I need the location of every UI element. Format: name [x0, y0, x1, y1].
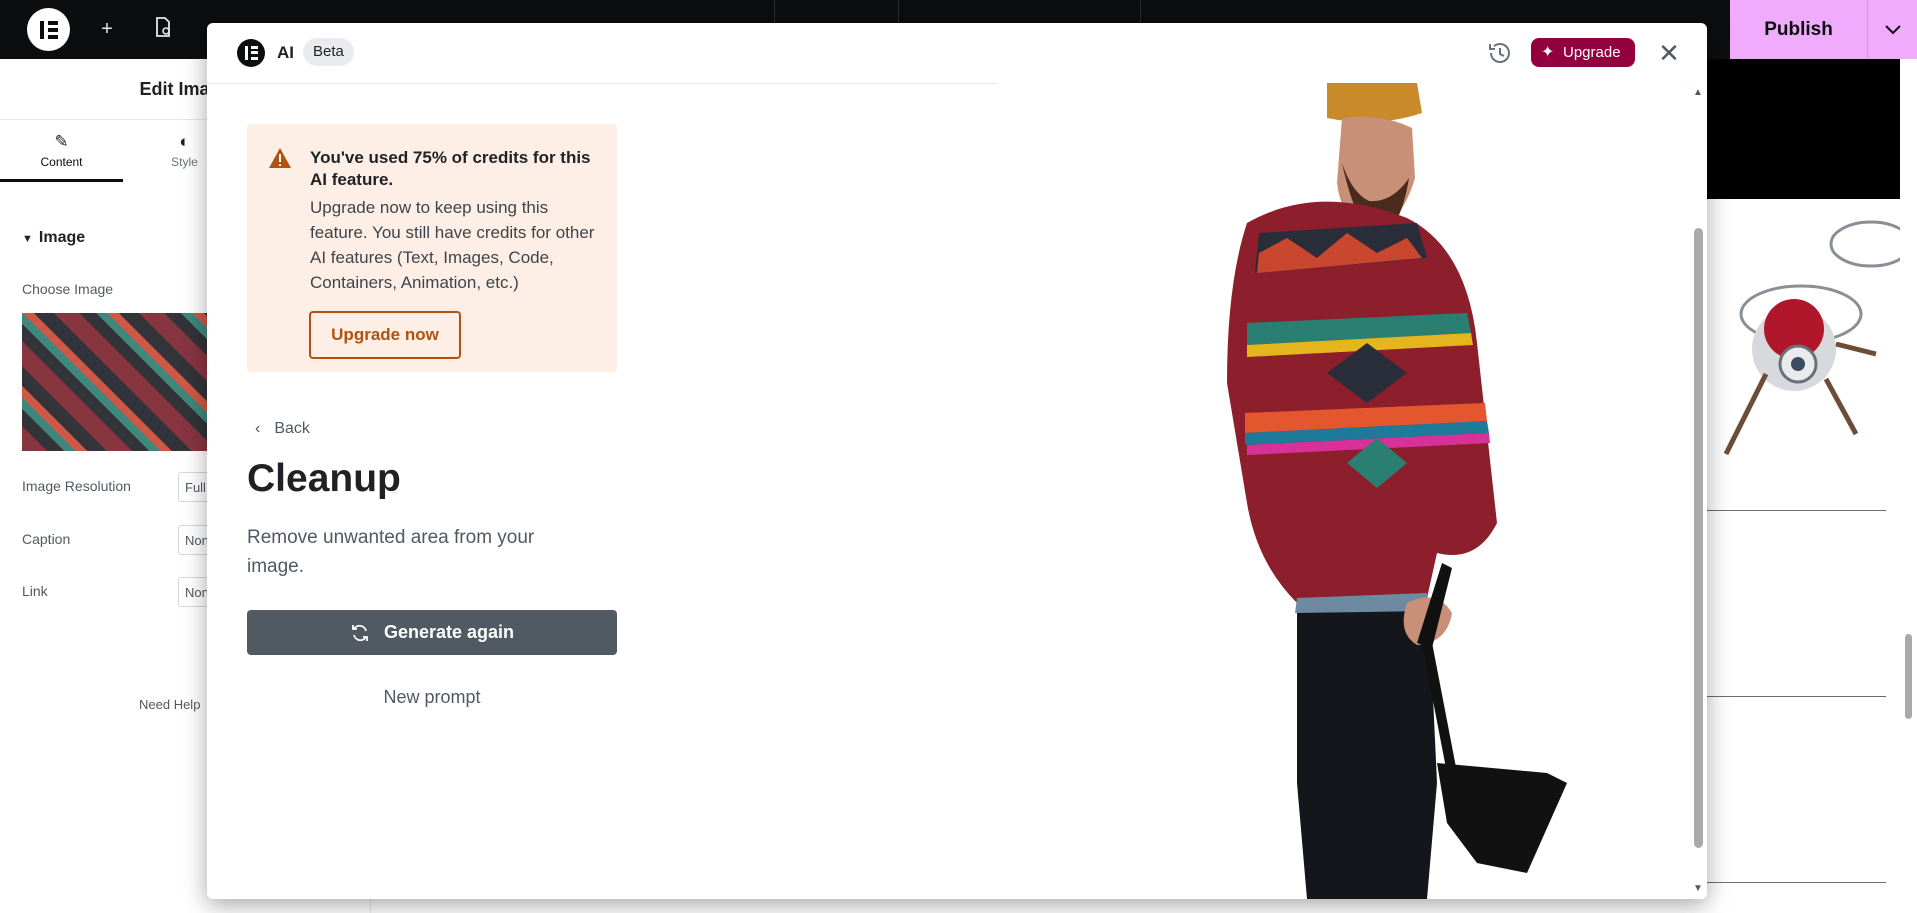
section-title: Image	[38, 229, 86, 246]
back-button[interactable]: ‹ Back	[255, 420, 310, 438]
page-canvas	[1706, 59, 1900, 913]
section-toggle-image[interactable]: ▼ Image	[22, 229, 85, 247]
publish-options-chevron-icon[interactable]	[1867, 0, 1917, 59]
beta-badge: Beta	[303, 38, 354, 66]
page-title: Cleanup	[247, 457, 401, 500]
field-label-caption: Caption	[22, 531, 71, 547]
modal-title: AI	[277, 43, 294, 62]
pencil-icon: ✎	[54, 132, 69, 151]
modal-scrollbar[interactable]: ▲ ▼	[1689, 83, 1707, 899]
description: Remove unwanted area from your image.	[247, 527, 535, 577]
canvas-black-section	[1706, 59, 1900, 199]
back-label: Back	[274, 420, 310, 437]
tab-label: Content	[40, 155, 83, 169]
sparkle-icon: ✦	[1541, 44, 1555, 61]
modal-scrollbar-thumb[interactable]	[1694, 228, 1703, 848]
chevron-left-icon: ‹	[255, 420, 261, 437]
alert-title: You've used 75% of credits for this AI f…	[310, 148, 591, 189]
scroll-up-icon[interactable]: ▲	[1693, 87, 1703, 98]
need-help-link[interactable]: Need Help	[139, 697, 200, 712]
page-settings-icon[interactable]	[150, 16, 176, 42]
alert-body: Upgrade now to keep using this feature. …	[310, 198, 595, 292]
divider	[1706, 882, 1886, 883]
generate-label: Generate again	[383, 622, 515, 642]
close-icon[interactable]: ✕	[1654, 38, 1684, 68]
publish-button[interactable]: Publish	[1730, 0, 1867, 59]
generate-again-button[interactable]: Generate again	[247, 610, 617, 655]
page-scrollbar-thumb[interactable]	[1905, 634, 1912, 719]
upgrade-label: Upgrade	[1563, 44, 1621, 61]
drone-image	[1723, 220, 1900, 456]
elementor-ai-logo-icon	[237, 39, 265, 67]
field-label-resolution: Image Resolution	[22, 478, 131, 494]
upgrade-button[interactable]: ✦ Upgrade	[1531, 38, 1635, 67]
scroll-down-icon[interactable]: ▼	[1693, 883, 1703, 894]
new-prompt-button[interactable]: New prompt	[247, 687, 617, 708]
warning-icon	[269, 148, 291, 168]
choose-image-label: Choose Image	[22, 281, 114, 297]
tab-content[interactable]: ✎ Content	[0, 119, 123, 182]
plus-icon[interactable]: +	[94, 16, 120, 42]
page-scrollbar[interactable]	[1900, 59, 1917, 913]
caret-down-icon: ▼	[22, 233, 33, 245]
history-icon[interactable]	[1486, 39, 1514, 67]
refresh-icon	[352, 625, 368, 642]
image-thumbnail[interactable]	[22, 313, 222, 451]
generated-image-preview[interactable]	[997, 83, 1687, 899]
divider	[1706, 510, 1886, 511]
modal-header: AI Beta ✦ Upgrade ✕	[207, 23, 1707, 84]
upgrade-now-button[interactable]: Upgrade now	[309, 311, 461, 359]
field-label-link: Link	[22, 583, 48, 599]
ai-modal: AI Beta ✦ Upgrade ✕ You've used 75% of c…	[207, 23, 1707, 899]
divider	[1706, 696, 1886, 697]
elementor-logo-icon[interactable]	[27, 8, 70, 51]
tab-label: Style	[171, 155, 198, 169]
credits-alert: You've used 75% of credits for this AI f…	[247, 124, 617, 372]
